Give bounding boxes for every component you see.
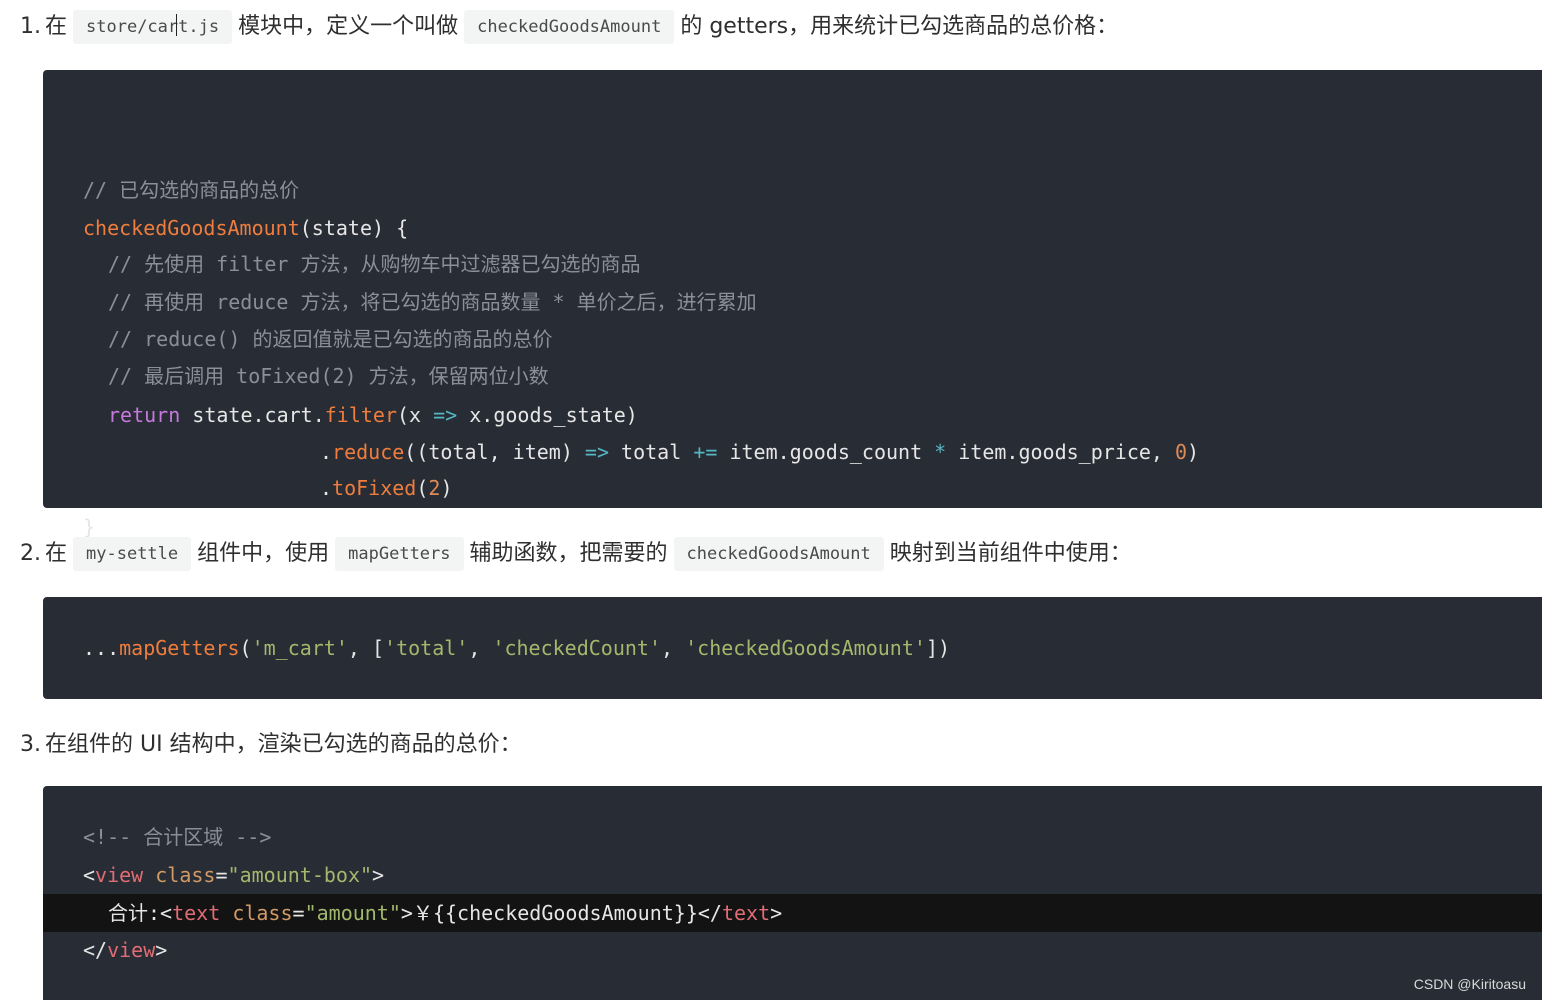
step-text: 在组件的 UI 结构中，渲染已勾选的商品的总价： xyxy=(45,732,522,757)
code-line: 合计:<text class="amount">￥{{checkedGoodsA… xyxy=(108,901,783,925)
code-line: return state.cart.filter(x => x.goods_st… xyxy=(108,403,638,427)
code-block-template[interactable]: <!-- 合计区域 --> <view class="amount-box"> … xyxy=(43,786,1542,1000)
step-number: 2. xyxy=(20,541,41,566)
code-comment: // 已勾选的商品的总价 xyxy=(83,178,300,202)
inline-code-checked-goods-amount: checkedGoodsAmount xyxy=(464,10,675,44)
step-3-heading: 3. 在组件的 UI 结构中，渲染已勾选的商品的总价： xyxy=(20,728,522,762)
code-line: .reduce((total, item) => total += item.g… xyxy=(320,440,1200,464)
step-text: 在 xyxy=(45,541,68,566)
code-line: checkedGoodsAmount(state) { xyxy=(83,216,409,240)
step-text: 组件中，使用 xyxy=(197,541,330,566)
step-number: 1. xyxy=(20,14,41,39)
code-comment: // 再使用 reduce 方法，将已勾选的商品数量 * 单价之后，进行累加 xyxy=(108,290,757,314)
inline-code-checked-goods-amount: checkedGoodsAmount xyxy=(673,537,884,571)
watermark: CSDN @Kiritoasu xyxy=(1413,976,1526,992)
step-2-heading: 2. 在 my-settle 组件中，使用 mapGetters 辅助函数，把需… xyxy=(20,537,1132,571)
code-comment: // 先使用 filter 方法，从购物车中过滤器已勾选的商品 xyxy=(108,252,641,276)
code-line: <view class="amount-box"> xyxy=(83,863,385,887)
code-comment: // reduce() 的返回值就是已勾选的商品的总价 xyxy=(108,327,553,351)
inline-code-my-settle: my-settle xyxy=(73,537,192,571)
code-block-getter[interactable]: // 已勾选的商品的总价 checkedGoodsAmount(state) {… xyxy=(43,70,1542,539)
inline-code-store-cart: store/cart.js xyxy=(73,10,233,44)
step-text: 在 xyxy=(45,14,68,39)
code-line: </view> xyxy=(83,938,168,962)
code-comment: // 最后调用 toFixed(2) 方法，保留两位小数 xyxy=(108,364,549,388)
inline-code-map-getters: mapGetters xyxy=(335,537,464,571)
step-text: 辅助函数，把需要的 xyxy=(469,541,668,566)
code-comment: <!-- 合计区域 --> xyxy=(83,825,272,849)
step-text: 的 getters，用来统计已勾选商品的总价格： xyxy=(680,14,1119,39)
step-1-heading: 1. 在 store/cart.js 模块中，定义一个叫做 checkedGoo… xyxy=(20,10,1118,44)
code-block-map-getters[interactable]: ...mapGetters('m_cart', ['total', 'check… xyxy=(43,597,1542,699)
code-line: ...mapGetters('m_cart', ['total', 'check… xyxy=(83,636,951,660)
step-text: 映射到当前组件中使用： xyxy=(889,541,1132,566)
step-number: 3. xyxy=(20,732,41,757)
step-text: 模块中，定义一个叫做 xyxy=(238,14,459,39)
code-line: .toFixed(2) xyxy=(320,476,453,500)
